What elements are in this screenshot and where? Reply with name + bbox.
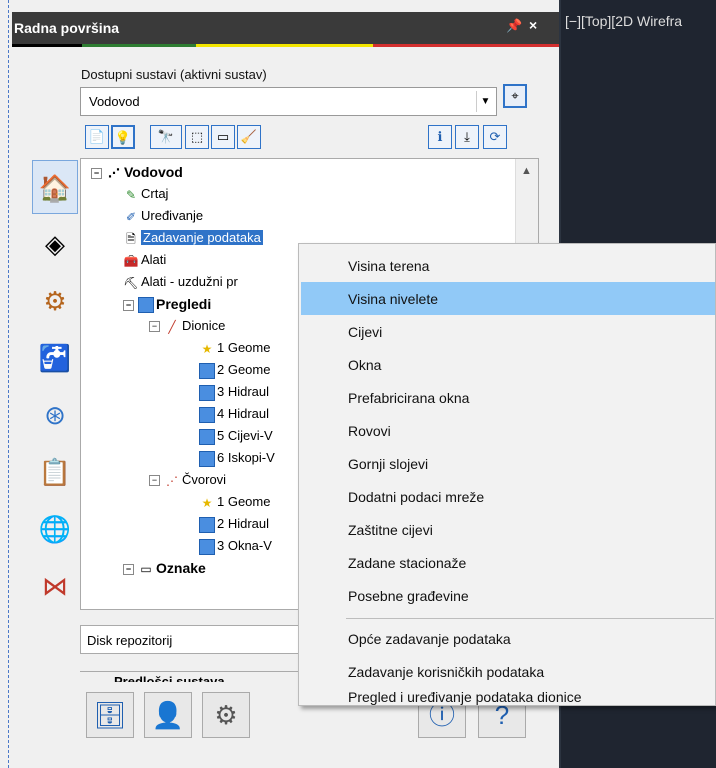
grid-icon[interactable]: ◈ (32, 217, 78, 271)
left-gutter (0, 0, 12, 768)
menu-item-rovovi[interactable]: Rovovi (301, 414, 715, 447)
pin-icon[interactable]: 📌 (506, 18, 522, 34)
broom-icon[interactable]: 🧹 (237, 125, 261, 149)
close-icon[interactable]: × (529, 17, 537, 33)
tree-node-view[interactable]: ★ 1 Geome (199, 491, 271, 513)
tree-node-pregledi[interactable]: − Pregledi (123, 293, 211, 315)
disk-repository-label: Disk repozitorij (87, 633, 173, 648)
table-icon (138, 297, 154, 314)
menu-item-visina-nivelete[interactable]: Visina nivelete (301, 282, 715, 315)
chevron-up-icon[interactable]: ▲ (521, 165, 532, 177)
menu-item-prefabricirana-okna[interactable]: Prefabricirana okna (301, 381, 715, 414)
collapse-icon[interactable]: − (149, 321, 160, 333)
tree-node-view[interactable]: ★ 1 Geome (199, 337, 271, 359)
lightbulb-icon[interactable]: 💡 (111, 125, 135, 149)
tree-node-view[interactable]: 2 Hidraul (199, 513, 269, 535)
table-icon (199, 538, 215, 555)
network-lines-icon[interactable]: ⋈ (32, 559, 78, 613)
tree-node-view[interactable]: 3 Hidraul (199, 381, 269, 403)
line-icon: ╱ (168, 319, 176, 334)
menu-separator (346, 618, 714, 619)
tree-node-dionice[interactable]: − ╱ Dionice (149, 315, 225, 337)
tree-node-alati-uzduzni[interactable]: ⛏ Alati - uzdužni pr (123, 271, 237, 293)
tree-node-oznake[interactable]: − ▭ Oznake (123, 557, 206, 579)
settings-check-icon[interactable]: ⚙ (202, 692, 250, 738)
panel-title: Radna površina (14, 20, 120, 36)
user-report-icon[interactable]: 📋 (32, 445, 78, 499)
tree-node-view[interactable]: 6 Iskopi-V (199, 447, 275, 469)
refresh-icon[interactable]: ⟳ (483, 125, 507, 149)
profile-tools-icon: ⛏ (123, 275, 139, 290)
templates-section[interactable]: Predlošci sustava (80, 671, 302, 682)
panel-titlebar: Radna površina 📌 × (12, 12, 559, 42)
tree-node-zadavanje[interactable]: 🗎 Zadavanje podataka (123, 227, 263, 249)
tools-icon: 🧰 (123, 253, 139, 268)
edit-icon: ✐ (125, 209, 137, 224)
faucet-icon[interactable]: 🚰 (32, 331, 78, 385)
tree-node-view[interactable]: 4 Hidraul (199, 403, 269, 425)
tree-node-crtaj[interactable]: ✎ Crtaj (123, 183, 168, 205)
tree-node-view[interactable]: 2 Geome (199, 359, 270, 381)
systems-dropdown[interactable]: Vodovod ▼ (80, 87, 497, 116)
star-icon: ★ (201, 495, 213, 510)
network-icon: ⋰ (108, 166, 120, 181)
tree-node-cvorovi[interactable]: − ⋰ Čvorovi (149, 469, 226, 491)
menu-item-okna[interactable]: Okna (301, 348, 715, 381)
templates-label: Predlošci sustava (114, 674, 225, 682)
table-icon (199, 450, 215, 467)
label-icon: ▭ (140, 562, 152, 577)
menu-item-posebne-gradevine[interactable]: Posebne građevine (301, 579, 715, 612)
table-icon (199, 516, 215, 533)
context-menu: Visina terena Visina nivelete Cijevi Okn… (298, 243, 716, 706)
menu-item-visina-terena[interactable]: Visina terena (301, 249, 715, 282)
chevron-down-icon[interactable]: ▼ (476, 91, 494, 112)
table-icon (199, 406, 215, 423)
globe-tools-icon[interactable]: 🌐 (32, 502, 78, 556)
table-icon (199, 362, 215, 379)
user-icon[interactable]: 👤 (144, 692, 192, 738)
collapse-icon[interactable]: − (91, 167, 102, 179)
tree-node-alati[interactable]: 🧰 Alati (123, 249, 167, 271)
database-icon[interactable]: 🗄 (86, 692, 134, 738)
menu-item-korisnicki-podaci[interactable]: Zadavanje korisničkih podataka (301, 655, 715, 688)
disk-repository-field[interactable]: Disk repozitorij (80, 625, 300, 654)
systems-label: Dostupni sustavi (aktivni sustav) (81, 67, 267, 82)
menu-item-pregled-dionice[interactable]: Pregled i uređivanje podataka dionice (301, 688, 715, 705)
draw-icon: ✎ (125, 187, 137, 202)
collapse-icon[interactable]: − (123, 563, 134, 575)
tree-node-uredivanje[interactable]: ✐ Uređivanje (123, 205, 203, 227)
menu-item-zastitne-cijevi[interactable]: Zaštitne cijevi (301, 513, 715, 546)
pipe-valve-icon[interactable]: ⚙ (32, 274, 78, 328)
tree-node-view[interactable]: 3 Okna-V (199, 535, 272, 557)
dotted-line-icon: ⋰ (166, 473, 178, 488)
data-entry-icon: 🗎 (126, 231, 136, 246)
table-icon (199, 428, 215, 445)
import-icon[interactable]: ⤓ (455, 125, 479, 149)
menu-item-dodatni-podaci[interactable]: Dodatni podaci mreže (301, 480, 715, 513)
new-doc-icon[interactable]: 📄 (85, 125, 109, 149)
color-stripe (12, 42, 559, 47)
table-icon (199, 384, 215, 401)
tree-node-root[interactable]: − ⋰ Vodovod (91, 161, 183, 183)
systems-selected: Vodovod (89, 94, 140, 109)
menu-item-gornji-slojevi[interactable]: Gornji slojevi (301, 447, 715, 480)
menu-item-cijevi[interactable]: Cijevi (301, 315, 715, 348)
info-icon[interactable]: ℹ (428, 125, 452, 149)
binoculars-abc-icon[interactable]: 🔭 (150, 125, 182, 149)
tree-node-view[interactable]: 5 Cijevi-V (199, 425, 273, 447)
window-icon[interactable]: ▭ (211, 125, 235, 149)
pick-system-button[interactable]: ⌖ (503, 84, 527, 108)
select-cursor-icon[interactable]: ⬚ (185, 125, 209, 149)
menu-item-zadane-stacionaze[interactable]: Zadane stacionaže (301, 546, 715, 579)
network-nodes-icon[interactable]: ⊛ (32, 388, 78, 442)
viewport-label[interactable]: [−][Top][2D Wirefra (565, 13, 682, 29)
collapse-icon[interactable]: − (123, 299, 134, 311)
star-icon: ★ (201, 341, 213, 356)
home-icon[interactable]: 🏠 (32, 160, 78, 214)
menu-item-opce-zadavanje[interactable]: Opće zadavanje podataka (301, 622, 715, 655)
collapse-icon[interactable]: − (149, 475, 160, 487)
